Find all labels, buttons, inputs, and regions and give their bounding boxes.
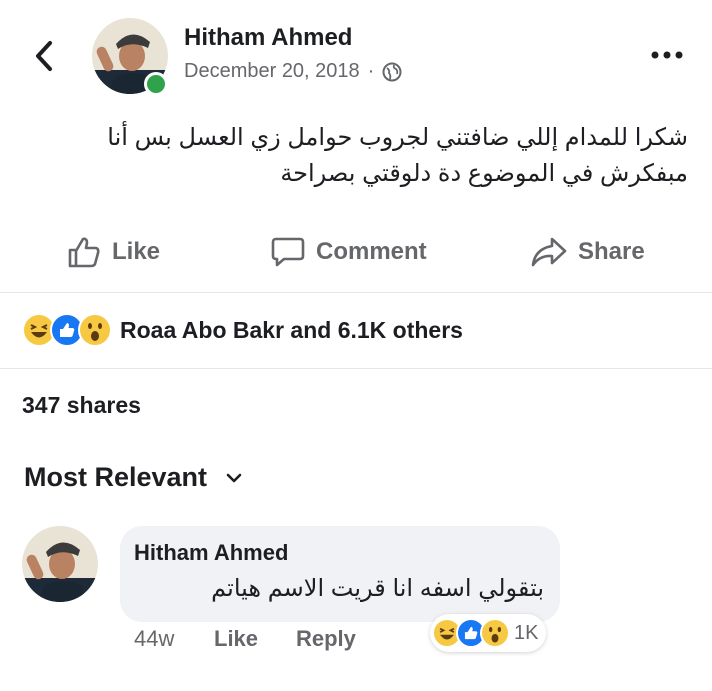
post-meta: December 20, 2018 ·	[184, 60, 402, 83]
chevron-left-icon	[36, 41, 52, 71]
like-button[interactable]: Like	[66, 230, 160, 274]
share-label: Share	[578, 238, 645, 265]
post-text-line: شكرا للمدام إللي ضافتني لجروب حوامل زي ا…	[107, 124, 688, 151]
wow-emoji-icon	[78, 313, 112, 347]
back-button[interactable]	[28, 36, 60, 76]
chevron-down-icon	[226, 473, 242, 482]
comment-reply-button[interactable]: Reply	[296, 626, 356, 652]
divider	[0, 368, 712, 369]
comment-age[interactable]: 44w	[134, 626, 174, 652]
comment-reaction-count: 1K	[514, 621, 539, 644]
wow-emoji-icon	[480, 618, 510, 648]
commenter-avatar[interactable]	[22, 526, 98, 602]
sort-label: Most Relevant	[24, 462, 208, 492]
comment-reactions[interactable]: 1K	[430, 614, 547, 652]
divider	[0, 292, 712, 293]
comment-text: بتقولي اسفه انا قريت الاسم هياتم	[211, 575, 544, 602]
reactions-summary-text: Roaa Abo Bakr and 6.1K others	[120, 316, 463, 343]
comments-sort-dropdown[interactable]: Most Relevant	[24, 462, 243, 493]
like-label: Like	[112, 238, 161, 265]
share-arrow-icon	[531, 237, 567, 267]
post-text: شكرا للمدام إللي ضافتني لجروب حوامل زي ا…	[48, 120, 688, 192]
meta-separator: ·	[367, 60, 375, 82]
reactions-summary[interactable]: Roaa Abo Bakr and 6.1K others	[22, 310, 463, 350]
post-author-name[interactable]: Hitham Ahmed	[184, 24, 352, 52]
more-horizontal-icon	[651, 51, 683, 59]
more-options-button[interactable]	[650, 40, 684, 70]
shares-count[interactable]: 347 shares	[22, 392, 141, 419]
comment-author-name[interactable]: Hitham Ahmed	[134, 540, 288, 566]
reaction-icons	[22, 313, 112, 347]
comment-label: Comment	[316, 238, 427, 265]
post-date[interactable]: December 20, 2018	[184, 60, 360, 83]
comment-like-button[interactable]: Like	[214, 626, 258, 652]
globe-icon	[382, 62, 402, 81]
thumbs-up-icon	[68, 237, 100, 268]
comment-bubble-icon	[271, 237, 305, 267]
post-text-line: مبفكرش في الموضوع دة دلوقتي بصراحة	[280, 160, 688, 187]
comment-button[interactable]: Comment	[270, 230, 427, 274]
online-status-dot	[144, 72, 168, 96]
share-button[interactable]: Share	[530, 230, 645, 274]
